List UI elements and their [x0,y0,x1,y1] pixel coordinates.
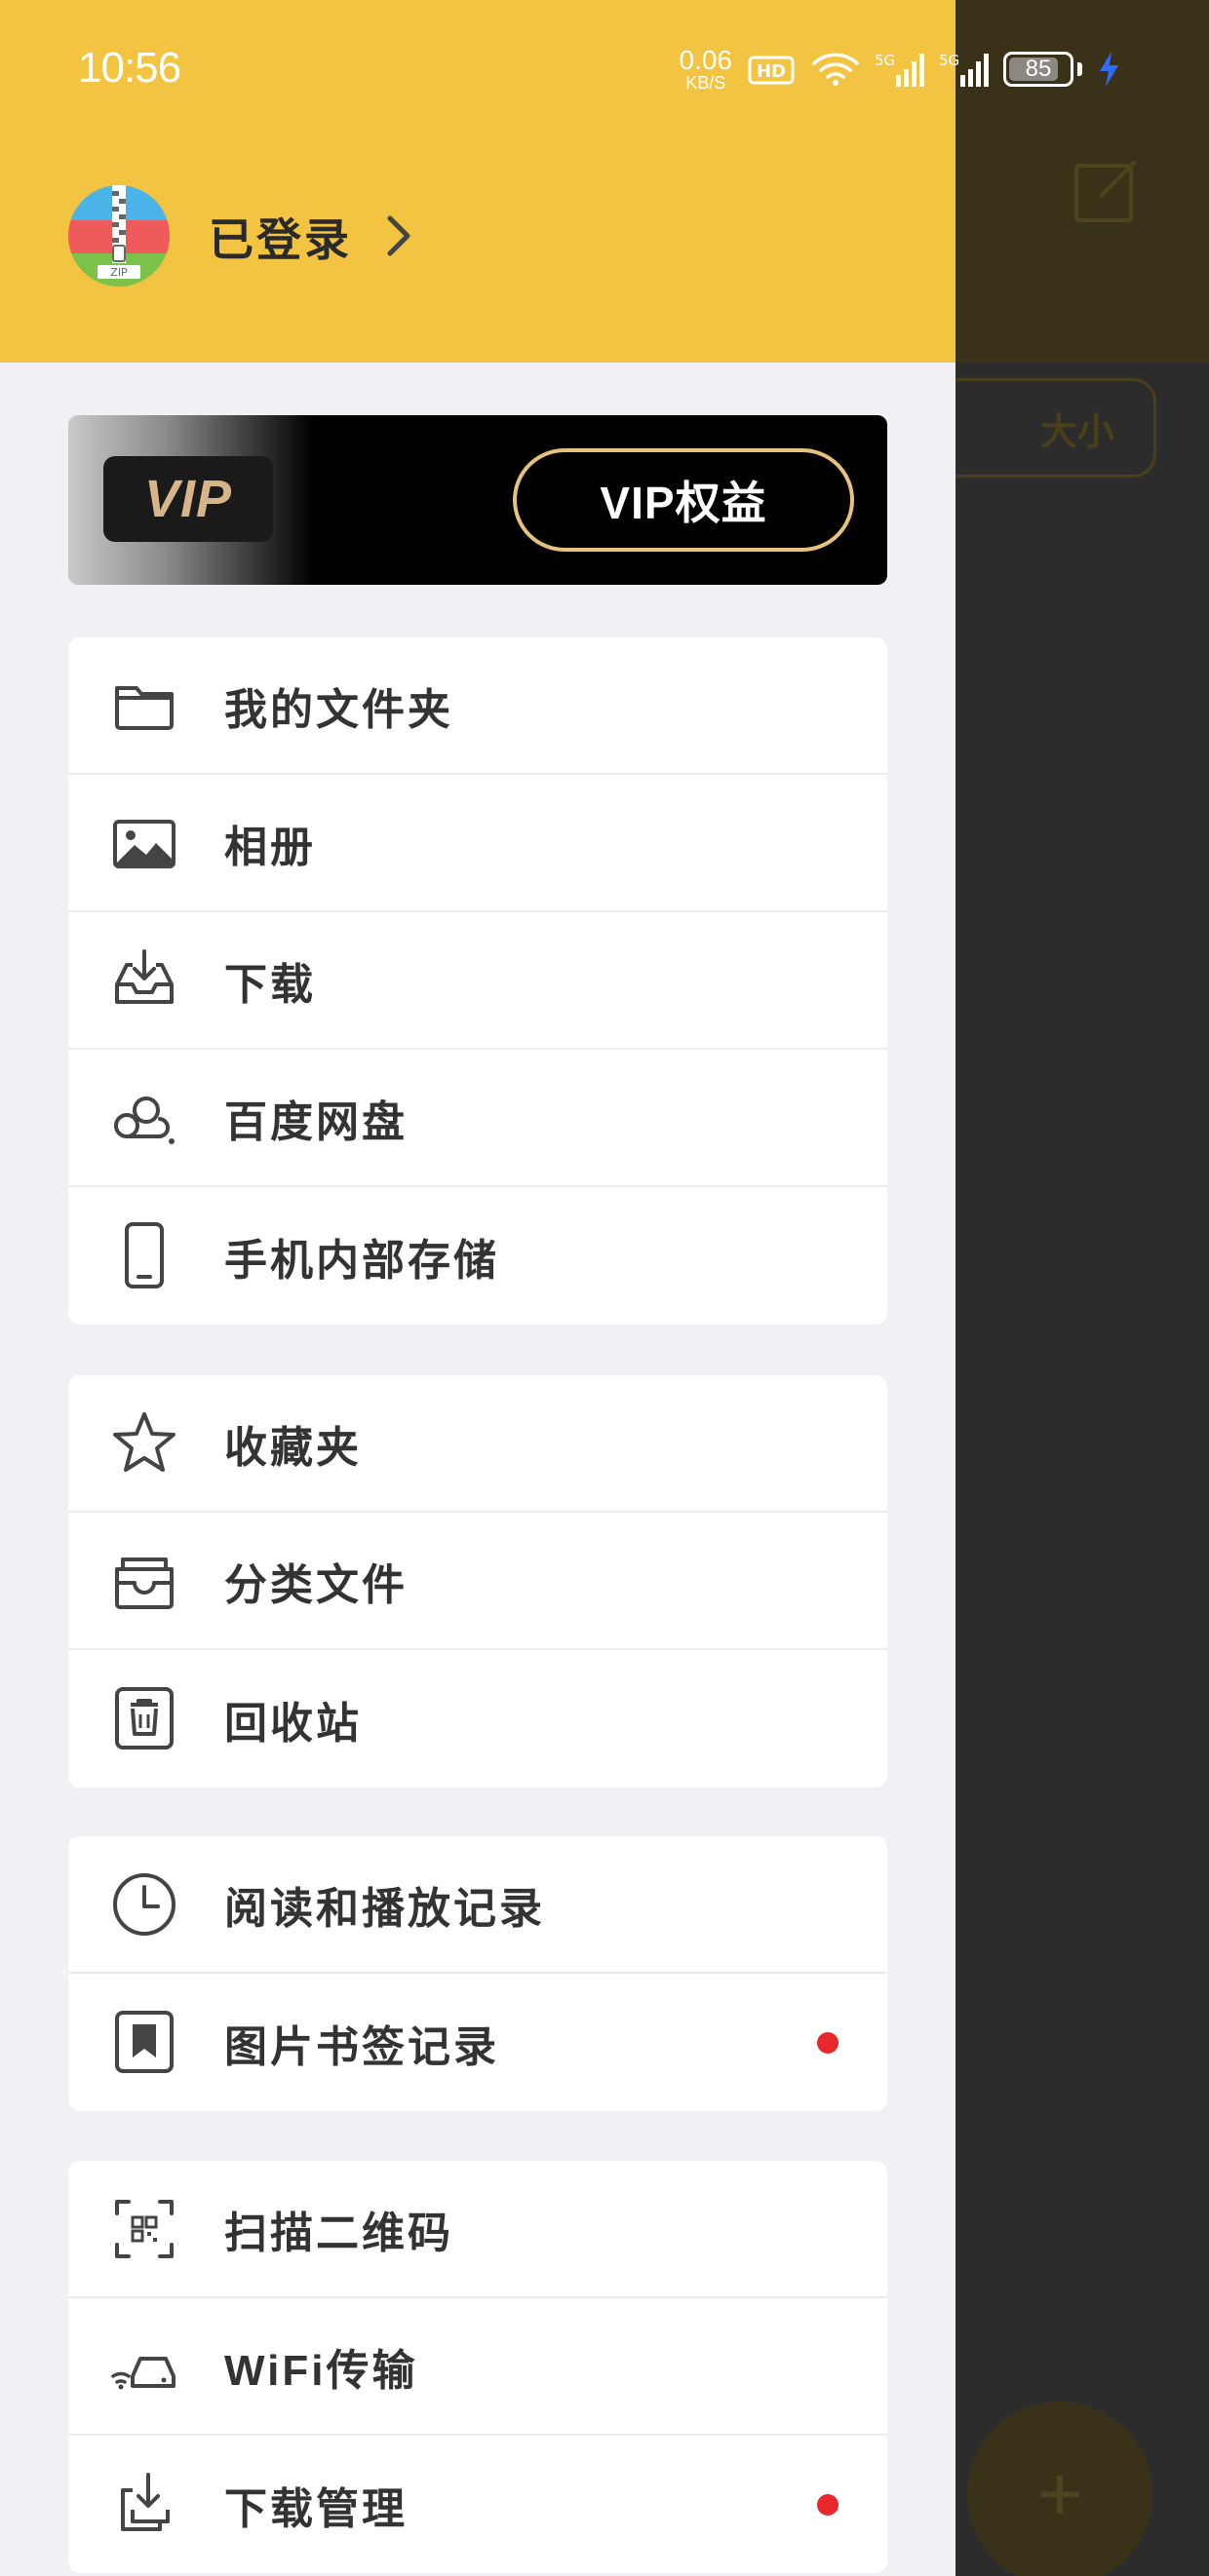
menu-label: 下载 [224,960,316,1009]
menu-item-wifi-transfer[interactable]: WiFi传输 [68,2298,887,2436]
menu-label: 我的文件夹 [224,685,453,734]
menu-label: 扫描二维码 [224,2209,453,2257]
signal-5g-icon: 5G [875,52,924,87]
hd-icon: HD [748,56,795,85]
sort-size-chip[interactable]: 大小 [936,378,1156,478]
menu-item-read-play-history[interactable]: 阅读和播放记录 [68,1836,887,1974]
trash-icon [115,1687,174,1749]
network-speed: 0.06 KB/S [679,45,733,93]
menu-label: 相册 [224,823,316,871]
baidu-cloud-icon [114,1096,175,1144]
bookmark-icon [115,2011,174,2073]
zip-logo-icon: ZIP [68,185,170,287]
menu-item-download-manager[interactable]: 下载管理 [68,2436,887,2573]
notification-dot [817,2031,838,2054]
avatar[interactable]: ZIP [68,185,170,287]
network-speed-unit: KB/S [685,73,726,93]
status-time: 10:56 [78,44,181,92]
status-icons: 0.06 KB/S HD 5G 5G 85 [680,47,1122,92]
hd-label: HD [757,61,786,82]
menu-label: 图片书签记录 [224,2022,499,2071]
download-tray-icon [115,949,174,1004]
menu-item-my-folders[interactable]: 我的文件夹 [68,637,887,775]
menu-group-collections: 收藏夹 分类文件 回收站 [68,1375,887,1788]
menu-label: 百度网盘 [224,1097,408,1146]
battery-level: 85 [1025,56,1052,82]
menu-group-tools: 扫描二维码 WiFi传输 下载管理 [68,2161,887,2573]
clock-icon [113,1873,176,1936]
wifi-transfer-icon [111,2357,176,2390]
menu-group-storage: 我的文件夹 相册 下载 百度网盘 手机内部存储 [68,637,887,1325]
vip-badge: VIP [103,456,273,542]
charging-icon [1100,52,1118,87]
menu-label: 回收站 [224,1699,362,1748]
menu-label: 手机内部存储 [224,1236,499,1285]
notification-dot [817,2493,838,2516]
menu-label: 收藏夹 [224,1423,362,1472]
menu-item-image-bookmarks[interactable]: 图片书签记录 [68,1974,887,2111]
menu-item-download[interactable]: 下载 [68,912,887,1050]
qr-scan-icon [115,2200,174,2258]
image-icon [113,820,176,868]
phone-icon [125,1222,164,1288]
navigation-drawer: ZIP 已登录 VIP VIP权益 我的文件夹 相册 下载 百度网盘 手机内部存… [0,0,956,2576]
menu-label: WiFi传输 [224,2346,418,2395]
download-manage-icon [121,2473,170,2531]
status-bar: 10:56 0.06 KB/S HD 5G 5G 85 [0,0,1209,107]
signal-label: 5G [875,52,895,69]
menu-group-history: 阅读和播放记录 图片书签记录 [68,1836,887,2111]
avatar-text: ZIP [110,266,128,279]
menu-item-scan-qr[interactable]: 扫描二维码 [68,2161,887,2298]
wifi-icon [812,53,859,86]
menu-item-category-files[interactable]: 分类文件 [68,1513,887,1650]
star-icon [113,1412,176,1472]
menu-label: 阅读和播放记录 [224,1884,545,1933]
network-speed-value: 0.06 [679,45,733,75]
add-fab-button[interactable]: + [967,2402,1152,2576]
menu-item-favorites[interactable]: 收藏夹 [68,1375,887,1513]
vip-banner[interactable]: VIP VIP权益 [68,415,887,585]
menu-label: 下载管理 [224,2484,408,2533]
category-box-icon [115,1557,174,1609]
signal-5g-icon: 5G [939,52,989,87]
folder-icon [115,686,174,730]
user-login-status[interactable]: 已登录 [209,205,352,269]
menu-label: 分类文件 [224,1560,408,1609]
signal-label: 5G [939,52,959,69]
edit-icon[interactable] [1072,158,1139,224]
menu-item-internal-storage[interactable]: 手机内部存储 [68,1187,887,1325]
chevron-right-icon[interactable] [382,212,413,259]
battery-indicator: 85 [1003,52,1082,87]
vip-benefits-button[interactable]: VIP权益 [513,448,854,552]
menu-item-recycle-bin[interactable]: 回收站 [68,1650,887,1788]
menu-item-baidu-netdisk[interactable]: 百度网盘 [68,1050,887,1187]
menu-item-album[interactable]: 相册 [68,775,887,912]
